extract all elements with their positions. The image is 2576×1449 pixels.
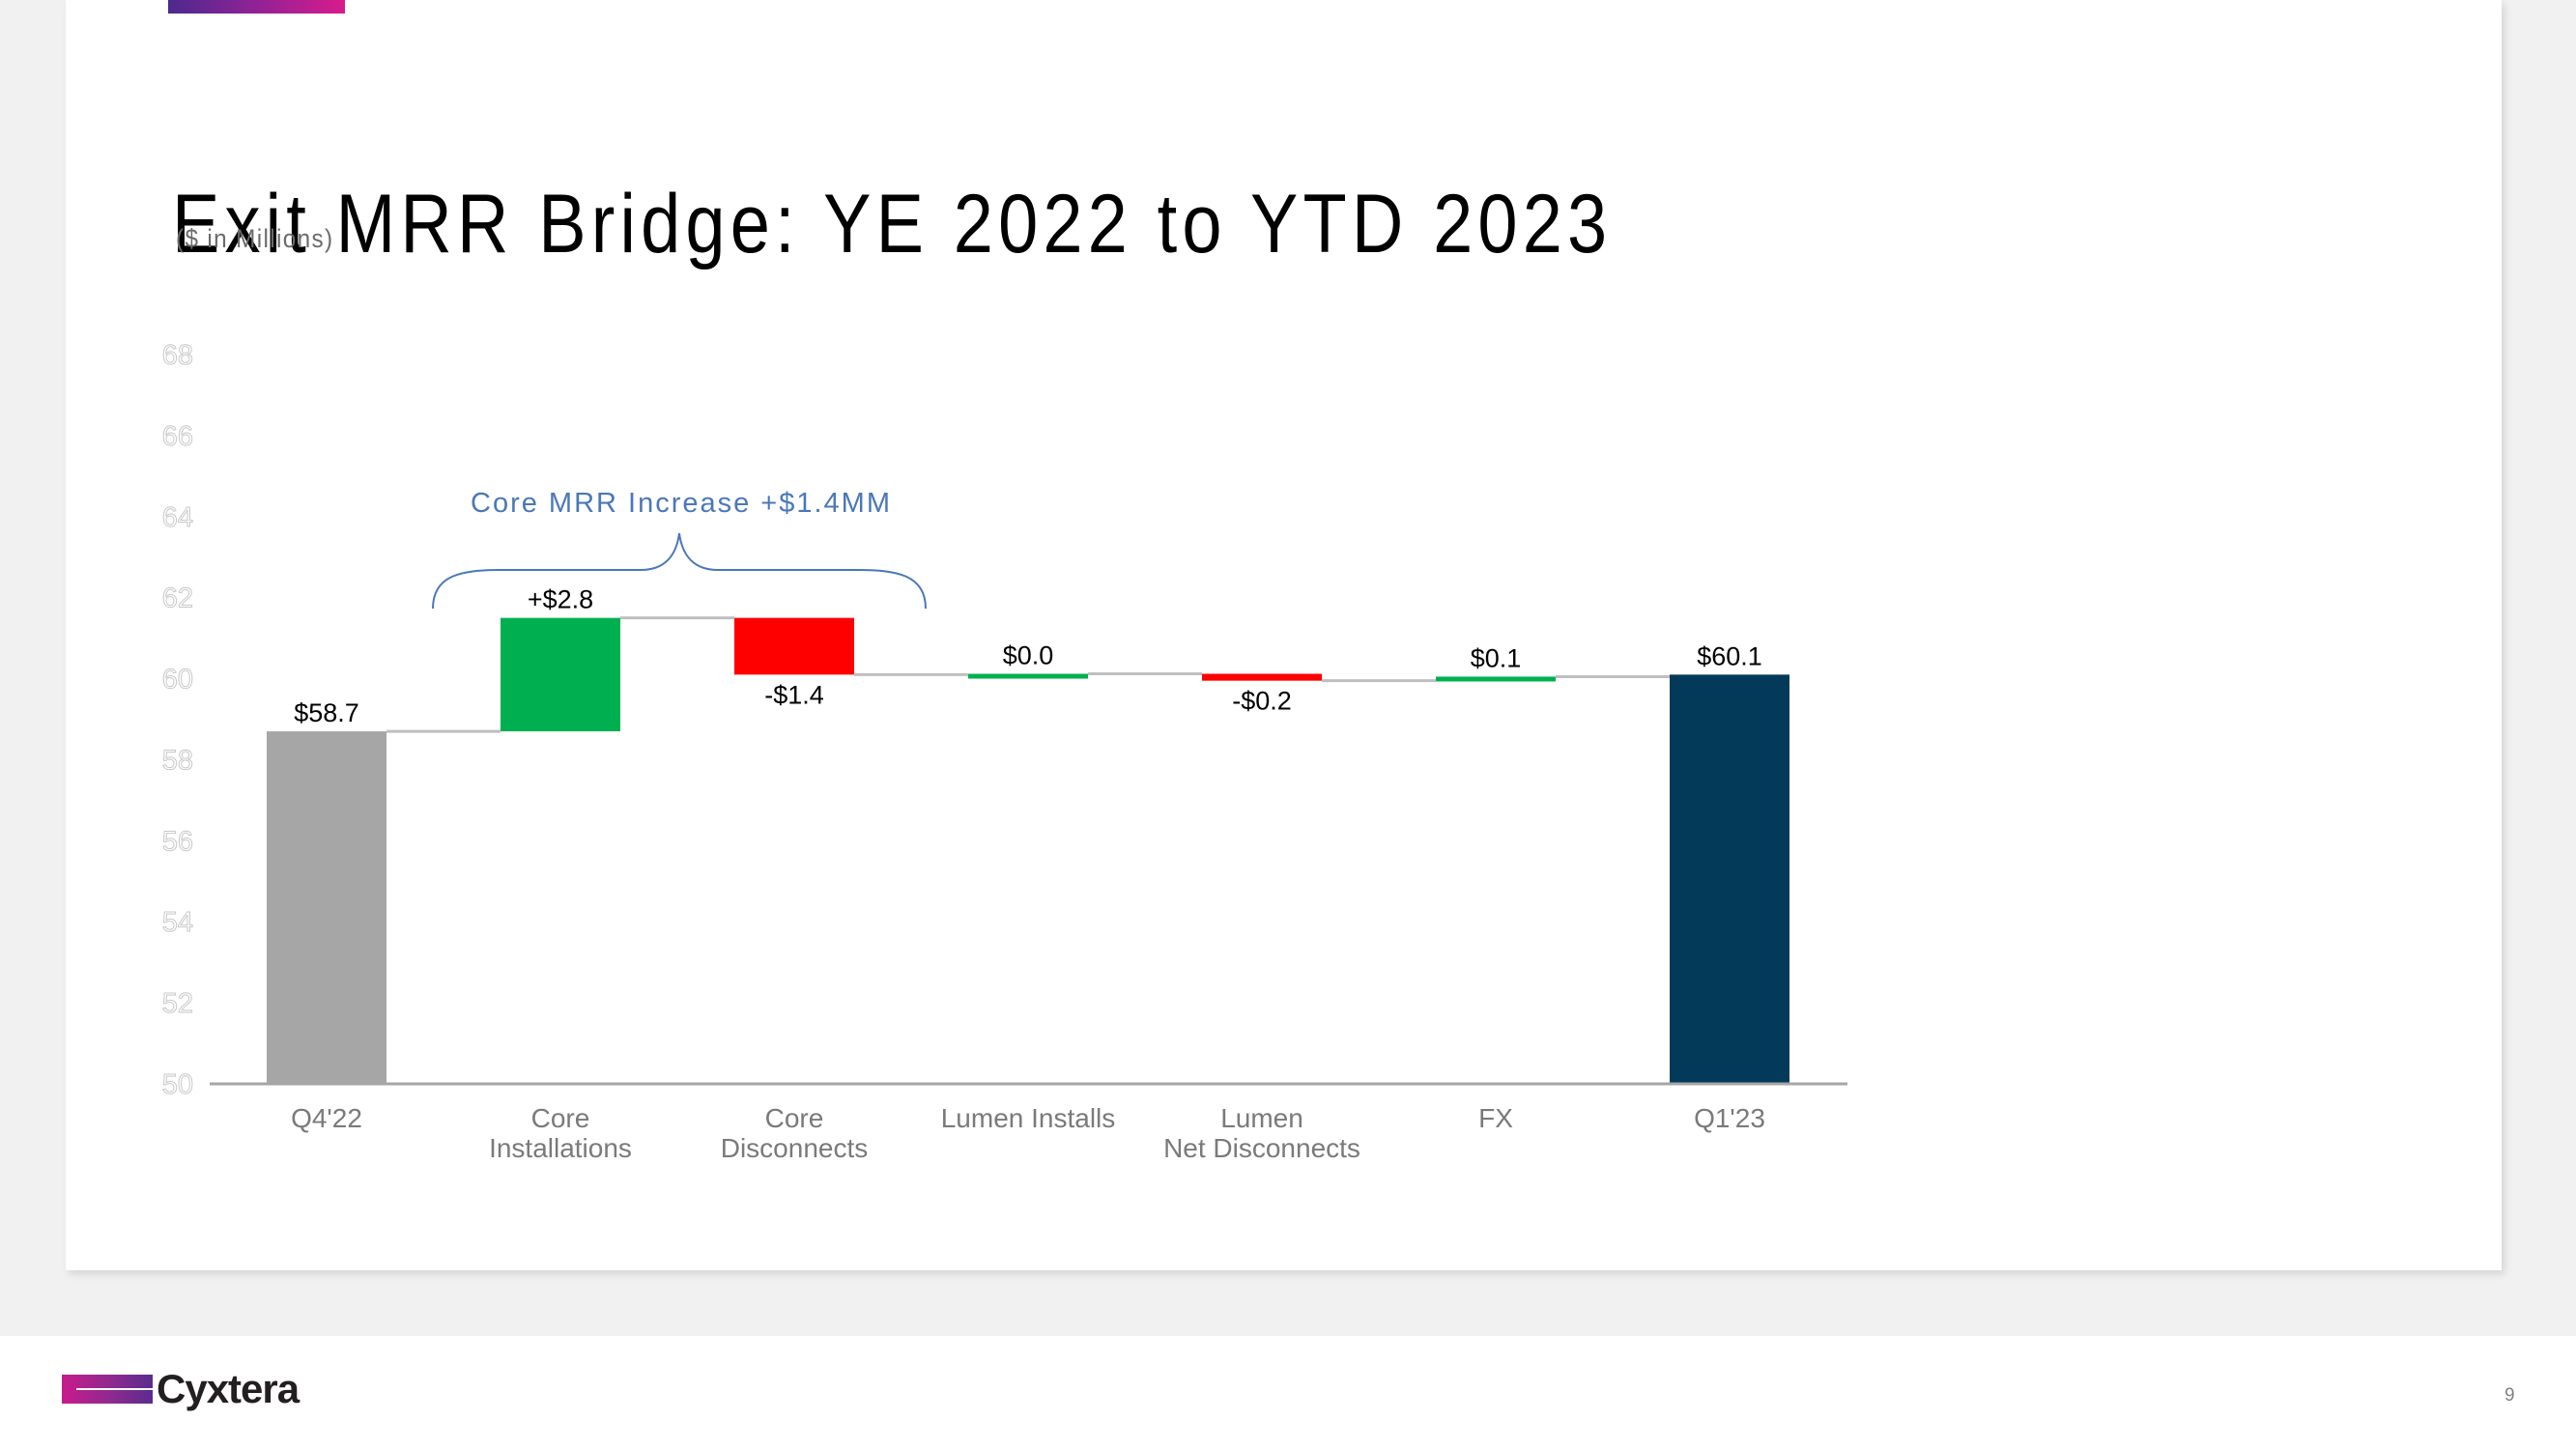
bar-5 bbox=[1436, 676, 1556, 682]
y-tick-label: 58 bbox=[162, 745, 193, 776]
x-tick-label: Lumen bbox=[1220, 1103, 1303, 1133]
x-tick-label: Disconnects bbox=[721, 1133, 869, 1163]
bar-6 bbox=[1670, 674, 1789, 1084]
data-label: +$2.8 bbox=[528, 585, 593, 614]
page-number: 9 bbox=[2504, 1385, 2515, 1406]
x-tick-label: Q1'23 bbox=[1694, 1103, 1765, 1133]
x-tick-label: FX bbox=[1478, 1103, 1513, 1133]
y-tick-label: 66 bbox=[162, 421, 193, 452]
y-tick-label: 60 bbox=[162, 665, 193, 696]
bar-3 bbox=[968, 673, 1088, 679]
cyxtera-logo-icon bbox=[62, 1375, 153, 1404]
data-label: $0.1 bbox=[1471, 643, 1522, 672]
y-tick-label: 68 bbox=[162, 340, 193, 371]
data-label: $58.7 bbox=[294, 698, 359, 727]
x-tick-label: Q4'22 bbox=[291, 1103, 362, 1133]
bar-1 bbox=[501, 617, 620, 732]
waterfall-chart: 50 52 54 56 58 60 62 64 66 68 $58.7 +$2.8 -$1.4 $0.0 -… bbox=[161, 340, 1847, 1163]
x-tick-label: Core bbox=[765, 1103, 824, 1133]
y-tick-label: 62 bbox=[162, 583, 193, 614]
y-tick-label: 56 bbox=[162, 826, 193, 857]
y-tick-label: 52 bbox=[162, 988, 193, 1019]
bar-0 bbox=[267, 731, 386, 1084]
footer bbox=[0, 1336, 2576, 1449]
brand-logo-text: Cyxtera bbox=[157, 1366, 300, 1411]
annotation-brace bbox=[432, 532, 927, 610]
y-tick-label: 54 bbox=[162, 907, 193, 938]
bar-4 bbox=[1202, 673, 1322, 681]
x-tick-label: Net Disconnects bbox=[1163, 1133, 1360, 1163]
data-label: $0.0 bbox=[1003, 641, 1054, 670]
x-tick-label: Core bbox=[531, 1103, 590, 1133]
y-tick-label: 50 bbox=[162, 1069, 193, 1100]
bar-2 bbox=[734, 617, 854, 675]
data-label: -$0.2 bbox=[1232, 687, 1292, 716]
data-label: $60.1 bbox=[1697, 641, 1762, 670]
x-tick-label: Lumen Installs bbox=[941, 1103, 1116, 1133]
data-label: -$1.4 bbox=[764, 680, 824, 709]
annotation-text: Core MRR Increase +$1.4MM bbox=[471, 488, 892, 519]
x-tick-label: Installations bbox=[489, 1133, 632, 1163]
y-tick-label: 64 bbox=[162, 502, 193, 533]
